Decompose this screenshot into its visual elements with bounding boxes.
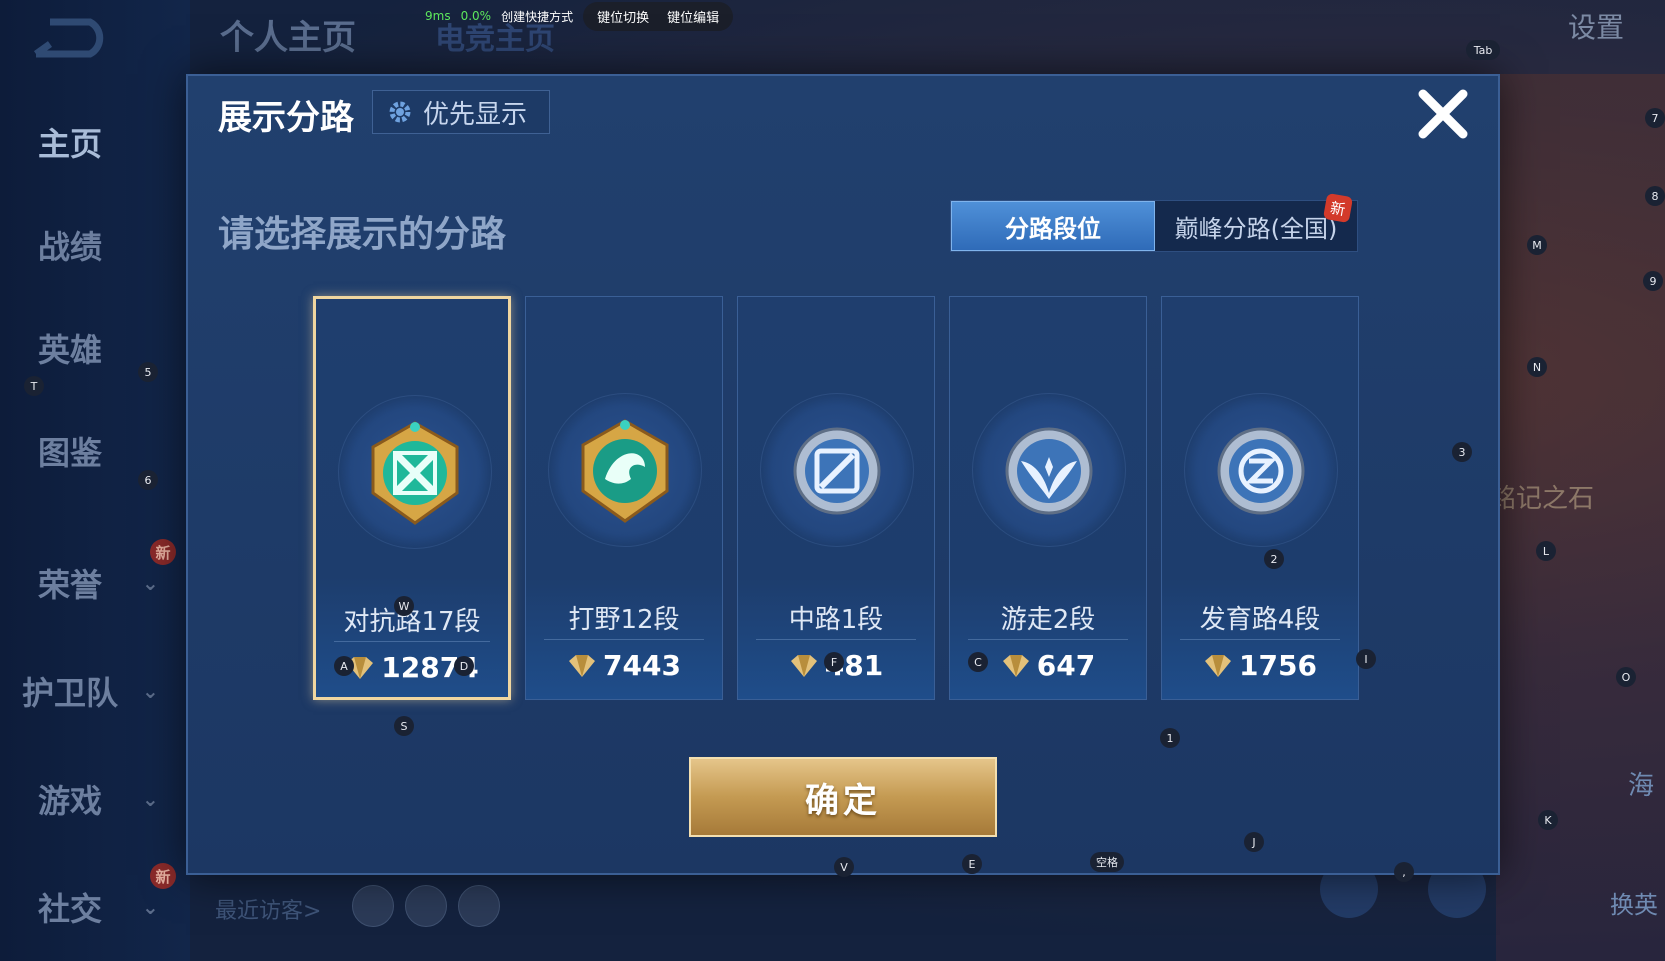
- rank-label: 游走2段: [1000, 605, 1096, 635]
- avatar[interactable]: [458, 885, 500, 927]
- key-hint: T: [24, 376, 44, 396]
- key-hint: ,: [1394, 862, 1414, 882]
- lane-card-farm[interactable]: 发育路4段 1756: [1161, 296, 1359, 700]
- lane-card-jungle[interactable]: 打野12段 7443: [525, 296, 723, 700]
- ping-readout: 9ms: [425, 9, 451, 23]
- lane-card-roam[interactable]: 游走2段 647: [949, 296, 1147, 700]
- lane-tabs: 分路段位 巅峰分路(全国) 新: [950, 192, 1358, 252]
- key-hint: W: [394, 596, 414, 616]
- divider: [756, 639, 916, 640]
- jungle-emblem-icon: [581, 419, 669, 523]
- key-hint: 6: [138, 470, 158, 490]
- priority-display-label: 优先显示: [423, 99, 528, 130]
- gear-icon: [389, 101, 411, 123]
- sidebar-item-social[interactable]: 社交新 ⌄: [0, 863, 190, 937]
- chevron-down-icon: ⌄: [142, 571, 159, 595]
- side-label: 海: [1628, 771, 1655, 801]
- key-hint: L: [1536, 541, 1556, 561]
- rank-label: 打野12段: [568, 605, 680, 635]
- sidebar-item-codex[interactable]: 图鉴: [0, 421, 190, 481]
- key-hint: D: [454, 656, 474, 676]
- tab-peak-lane[interactable]: 巅峰分路(全国) 新: [1155, 192, 1357, 251]
- settings-button[interactable]: 设置: [1568, 6, 1624, 46]
- page-title: 个人主页: [220, 18, 356, 58]
- key-hint: 7: [1645, 108, 1665, 128]
- key-edit-button[interactable]: 键位编辑: [667, 7, 719, 26]
- key-hint: O: [1616, 667, 1636, 687]
- key-hint: C: [968, 652, 988, 672]
- new-badge: 新: [1322, 192, 1354, 224]
- key-hint: S: [394, 716, 414, 736]
- key-hint: V: [834, 857, 854, 877]
- swap-hero-button[interactable]: 换英: [1610, 885, 1658, 920]
- stone-label: 铭记之石: [1490, 484, 1595, 514]
- create-shortcut-button[interactable]: 创建快捷方式: [501, 8, 573, 25]
- lane-card-mid[interactable]: 中路1段 481: [737, 296, 935, 700]
- new-badge: 新: [150, 863, 176, 889]
- divider: [334, 641, 490, 642]
- lane-card-clash[interactable]: 对抗路17段 12874: [313, 296, 511, 700]
- overlay-toolbar: 9ms 0.0% 创建快捷方式 键位切换 键位编辑: [425, 0, 734, 32]
- divider: [968, 639, 1128, 640]
- back-arrow-icon[interactable]: [30, 14, 115, 59]
- key-hint: K: [1538, 810, 1558, 830]
- rank-points-icon: [569, 654, 596, 677]
- avatar[interactable]: [405, 885, 447, 927]
- confirm-button[interactable]: 确定: [689, 757, 997, 837]
- key-mapping-pill: 键位切换 键位编辑: [583, 1, 734, 31]
- divider: [1180, 639, 1340, 640]
- rank-label: 中路1段: [788, 605, 884, 635]
- rank-points-icon: [790, 654, 817, 677]
- sidebar-item-honor[interactable]: 荣誉新 ⌄: [0, 539, 190, 613]
- lane-cards: 对抗路17段 12874 打野12段 7443 中路1段 481 游走2段 64…: [313, 296, 1359, 700]
- dialog-title: 展示分路: [218, 98, 354, 138]
- key-hint: 2: [1264, 549, 1284, 569]
- key-hint: I: [1356, 649, 1376, 669]
- divider: [544, 639, 704, 640]
- new-badge: 新: [150, 539, 176, 565]
- clash-lane-emblem-icon: [371, 421, 459, 525]
- score: 1756: [1162, 649, 1358, 682]
- key-switch-button[interactable]: 键位切换: [597, 7, 649, 26]
- recent-visitors-link[interactable]: 最近访客>: [215, 893, 321, 925]
- key-hint: 9: [1643, 271, 1663, 291]
- close-icon[interactable]: [1415, 86, 1471, 142]
- sidebar: 主页 战绩 英雄 图鉴 荣誉新 ⌄ 护卫队 ⌄ 游戏 ⌄ 社交新 ⌄: [0, 0, 190, 961]
- key-hint: J: [1244, 832, 1264, 852]
- sidebar-item-game[interactable]: 游戏 ⌄: [0, 769, 190, 829]
- sidebar-item-guard[interactable]: 护卫队 ⌄: [0, 661, 190, 721]
- rank-points-icon: [1002, 654, 1029, 677]
- sidebar-item-home[interactable]: 主页: [0, 112, 190, 172]
- key-hint: 空格: [1090, 852, 1124, 872]
- farm-lane-emblem-icon: [1217, 427, 1305, 515]
- key-hint: 5: [138, 362, 158, 382]
- chevron-down-icon: ⌄: [142, 679, 159, 703]
- key-hint: 8: [1645, 186, 1665, 206]
- key-hint: A: [334, 656, 354, 676]
- tab-lane-rank[interactable]: 分路段位: [951, 201, 1155, 251]
- priority-display-button[interactable]: 优先显示: [372, 90, 550, 134]
- roam-emblem-icon: [1005, 427, 1093, 515]
- sidebar-item-record[interactable]: 战绩: [0, 215, 190, 275]
- loss-readout: 0.0%: [460, 9, 492, 23]
- key-hint: Tab: [1466, 40, 1500, 60]
- key-hint: E: [962, 854, 982, 874]
- dialog-subtitle: 请选择展示的分路: [218, 214, 507, 255]
- rank-label: 发育路4段: [1199, 605, 1321, 635]
- key-hint: N: [1527, 357, 1547, 377]
- sidebar-item-heroes[interactable]: 英雄: [0, 318, 190, 378]
- key-hint: M: [1527, 235, 1547, 255]
- key-hint: 3: [1452, 442, 1472, 462]
- background-hero-art: [1496, 74, 1665, 961]
- rank-points-icon: [1205, 654, 1232, 677]
- key-hint: F: [824, 652, 844, 672]
- score: 7443: [526, 649, 722, 682]
- mid-lane-emblem-icon: [793, 427, 881, 515]
- chevron-down-icon: ⌄: [142, 787, 159, 811]
- avatar[interactable]: [352, 885, 394, 927]
- key-hint: 1: [1160, 728, 1180, 748]
- chevron-down-icon: ⌄: [142, 895, 159, 919]
